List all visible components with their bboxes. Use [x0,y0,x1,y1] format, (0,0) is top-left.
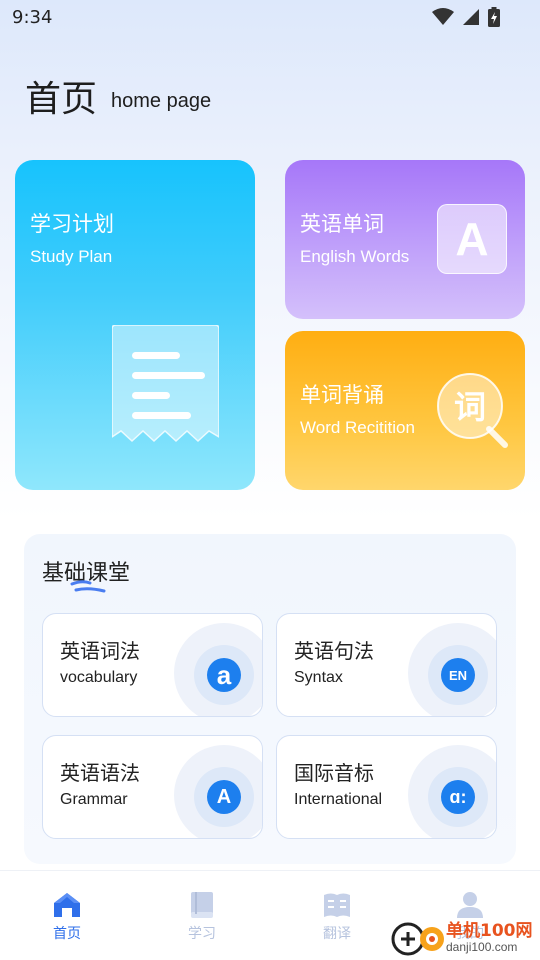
study-plan-subtitle: Study Plan [30,247,113,266]
study-plan-card[interactable]: 学习计划 Study Plan [15,160,255,490]
watermark-url: danji100.com [446,940,518,954]
nav-learn-label: 学习 [188,926,216,942]
tile-syntax[interactable]: 英语句法 Syntax EN [276,613,497,717]
tile-title: 国际音标 [294,761,374,785]
nav-translate-label: 翻译 [323,926,351,942]
tile-phonetics[interactable]: 国际音标 International ɑ: [276,735,497,839]
home-icon [54,893,80,917]
status-bar: 9:34 [0,0,540,36]
tile-icon-glyph: EN [448,667,468,683]
english-words-subtitle: English Words [300,247,410,266]
tile-title: 英语句法 [294,639,374,663]
tile-vocabulary[interactable]: 英语词法 vocabulary a [42,613,263,717]
word-recitation-card[interactable]: 单词背诵 Word Recitition 词 [285,331,525,490]
basic-classroom-section: 基础课堂 英语词法 vocabulary a 英语句法 Syntax EN 英语… [24,534,516,864]
word-recitation-subtitle: Word Recitition [300,418,415,437]
title-underline-decoration [70,580,106,593]
watermark: 单机100网 danji100.com [390,916,540,960]
tile-icon-glyph: a [216,659,232,690]
magnifier-word-icon: 词 [437,373,508,448]
status-icons [432,7,500,27]
page-subtitle: home page [111,90,212,112]
translate-icon [324,893,350,917]
letter-a-lowercase-icon: a [207,658,241,692]
nav-learn[interactable]: 学习 [172,891,232,943]
en-icon: EN [441,658,475,692]
battery-icon [488,7,500,27]
letter-a-glyph: A [455,213,489,265]
word-recitation-title: 单词背诵 [300,383,384,407]
tile-subtitle: Syntax [294,669,343,686]
watermark-name: 单机100网 [446,921,533,941]
tile-grammar[interactable]: 英语语法 Grammar A [42,735,263,839]
phonetic-alpha-icon: ɑ: [441,780,475,814]
book-icon [191,892,213,918]
user-icon [457,892,483,918]
wifi-icon [432,8,454,25]
tile-icon-glyph: A [216,785,232,808]
letter-a-uppercase-icon: A [207,780,241,814]
watermark-logo-icon [391,922,444,956]
document-icon [112,325,219,443]
nav-home-label: 首页 [53,926,81,942]
tile-title: 英语词法 [60,639,140,663]
signal-icon [463,9,479,25]
tile-icon-glyph: ɑ: [449,786,467,807]
status-time: 9:34 [12,7,53,28]
word-glyph: 词 [454,388,486,426]
nav-translate[interactable]: 翻译 [307,891,367,943]
english-words-card[interactable]: 英语单词 English Words A [285,160,525,319]
tile-title: 英语语法 [60,761,140,785]
study-plan-title: 学习计划 [30,212,114,236]
tile-subtitle: vocabulary [60,669,138,686]
english-words-title: 英语单词 [300,212,384,236]
tile-subtitle: Grammar [60,791,128,808]
nav-home[interactable]: 首页 [37,891,97,943]
page-title: 首页 [25,79,98,120]
letter-a-icon: A [437,204,507,274]
tile-subtitle: International [294,791,383,808]
